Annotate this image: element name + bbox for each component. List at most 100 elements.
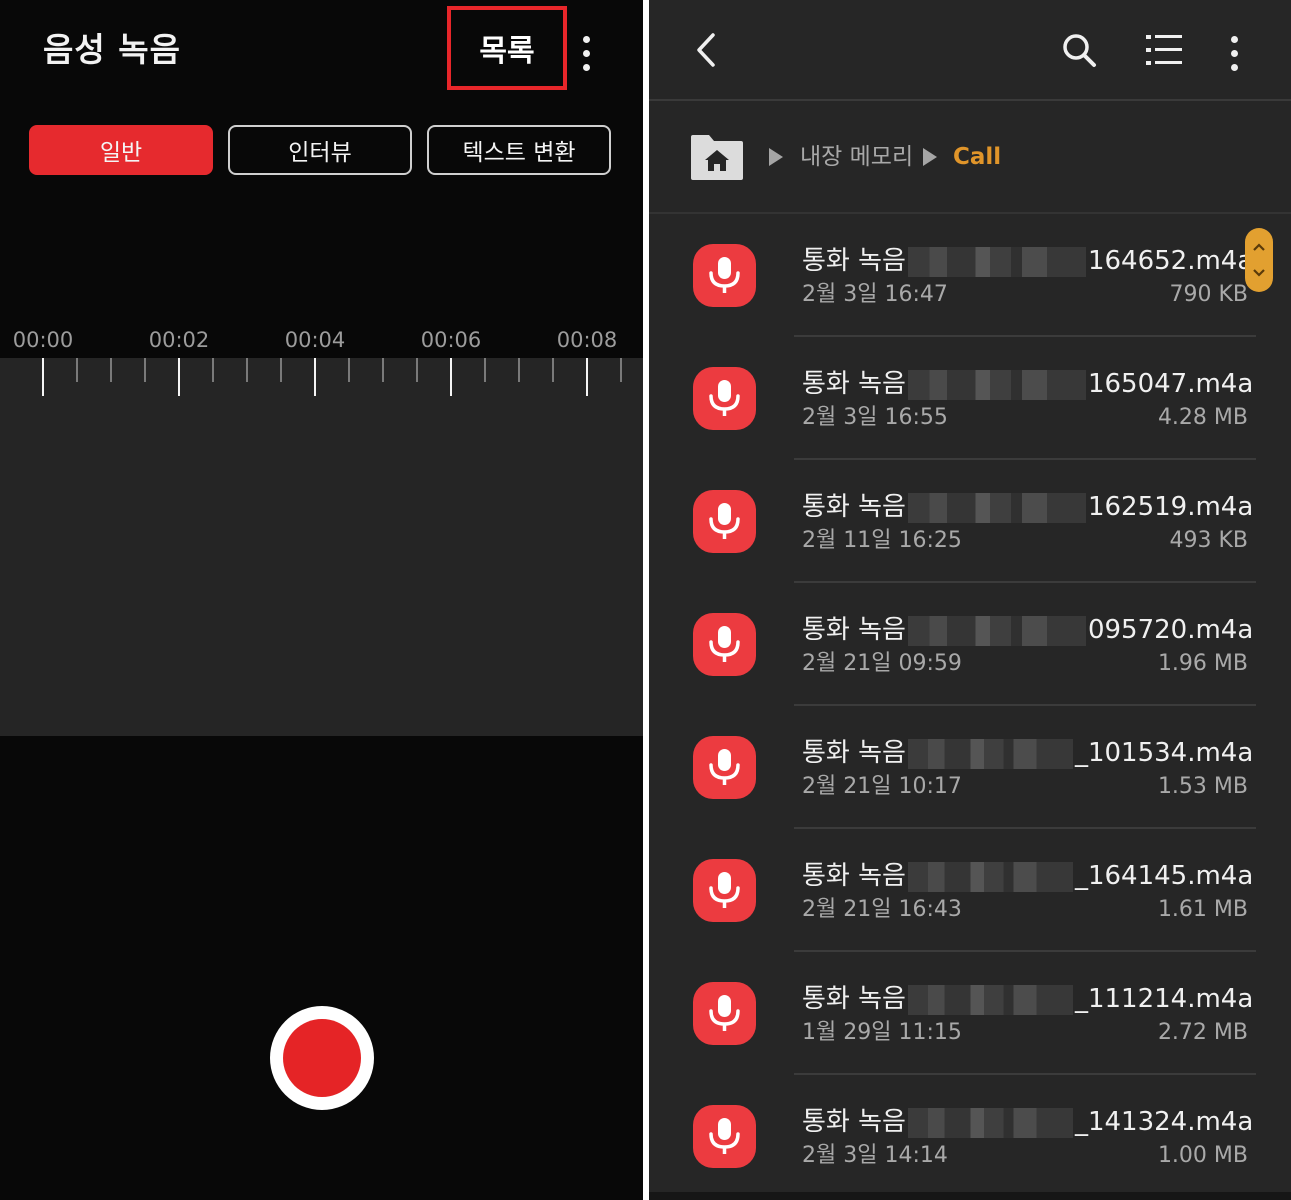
file-size: 1.53 MB xyxy=(1157,774,1248,799)
redacted-phone-number xyxy=(907,246,1086,277)
file-size: 1.61 MB xyxy=(1157,897,1248,922)
file-row[interactable]: 통화 녹음 _101534.m4a 2월 21일 10:17 1.53 MB xyxy=(649,706,1291,829)
file-name-suffix: 164652.m4a xyxy=(1087,246,1254,276)
ruler-minor-tick xyxy=(552,358,554,382)
list-view-icon[interactable] xyxy=(1145,32,1183,68)
mode-speech-to-text-button[interactable]: 텍스트 변환 xyxy=(427,125,611,175)
file-name-prefix: 통화 녹음 xyxy=(802,492,906,522)
ruler-major-tick xyxy=(42,358,44,396)
ruler-minor-tick xyxy=(348,358,350,382)
scrollbar-handle[interactable] xyxy=(1245,228,1273,292)
file-list: 통화 녹음 164652.m4a 2월 3일 16:47 790 KB 통화 녹음 165… xyxy=(649,214,1291,1198)
file-size: 1.96 MB xyxy=(1157,651,1248,676)
file-name: 통화 녹음 _111214.m4a xyxy=(802,982,1253,1016)
file-name-suffix: _111214.m4a xyxy=(1074,984,1254,1014)
timeline-label: 00:02 xyxy=(148,328,210,352)
redacted-phone-number xyxy=(907,984,1073,1015)
file-date: 1월 29일 11:15 xyxy=(802,1020,962,1045)
file-name-suffix: _101534.m4a xyxy=(1074,738,1254,768)
file-browser-screen: 내장 메모리 Call 통화 녹음 164652.m4a 2월 3일 16:47 79… xyxy=(649,0,1291,1200)
chevron-up-down-icon xyxy=(1253,243,1265,277)
redacted-phone-number xyxy=(907,738,1073,769)
ruler-minor-tick xyxy=(280,358,282,382)
redacted-phone-number xyxy=(907,369,1086,400)
mic-file-icon xyxy=(693,1105,756,1168)
file-name-prefix: 통화 녹음 xyxy=(802,369,906,399)
breadcrumb-storage[interactable]: 내장 메모리 xyxy=(800,141,913,173)
file-name-prefix: 통화 녹음 xyxy=(802,738,906,768)
more-options-icon[interactable] xyxy=(581,36,591,71)
ruler-minor-tick xyxy=(144,358,146,382)
ruler-minor-tick xyxy=(518,358,520,382)
file-size: 1.00 MB xyxy=(1157,1143,1248,1168)
ruler-minor-tick xyxy=(416,358,418,382)
mic-file-icon xyxy=(693,859,756,922)
redacted-phone-number xyxy=(907,615,1086,646)
file-date: 2월 3일 14:14 xyxy=(802,1143,948,1168)
file-row[interactable]: 통화 녹음 165047.m4a 2월 3일 16:55 4.28 MB xyxy=(649,337,1291,460)
ruler-minor-tick xyxy=(212,358,214,382)
file-date: 2월 21일 09:59 xyxy=(802,651,962,676)
list-button[interactable]: 목록 xyxy=(447,6,567,90)
file-name-prefix: 통화 녹음 xyxy=(802,1107,906,1137)
more-options-icon[interactable] xyxy=(1229,36,1239,71)
breadcrumb: 내장 메모리 Call xyxy=(649,101,1291,214)
file-name-suffix: 095720.m4a xyxy=(1087,615,1254,645)
mode-normal-button[interactable]: 일반 xyxy=(29,125,213,175)
ruler-minor-tick xyxy=(382,358,384,382)
ruler-minor-tick xyxy=(484,358,486,382)
ruler-minor-tick xyxy=(76,358,78,382)
redacted-phone-number xyxy=(907,1107,1073,1138)
file-name-suffix: 165047.m4a xyxy=(1087,369,1254,399)
file-date: 2월 11일 16:25 xyxy=(802,528,962,553)
file-date: 2월 21일 10:17 xyxy=(802,774,962,799)
mic-file-icon xyxy=(693,244,756,307)
search-icon[interactable] xyxy=(1061,32,1097,68)
file-name: 통화 녹음 165047.m4a xyxy=(802,367,1253,401)
file-name-suffix: 162519.m4a xyxy=(1087,492,1254,522)
timeline-label: 00:04 xyxy=(284,328,346,352)
breadcrumb-arrow-icon xyxy=(923,148,937,166)
file-size: 4.28 MB xyxy=(1157,405,1248,430)
bottom-strip xyxy=(649,1192,1291,1200)
record-button[interactable] xyxy=(270,1006,374,1110)
file-name: 통화 녹음 _141324.m4a xyxy=(802,1105,1253,1139)
timeline-label: 00:00 xyxy=(12,328,74,352)
mic-file-icon xyxy=(693,736,756,799)
ruler-major-tick xyxy=(314,358,316,396)
file-date: 2월 3일 16:47 xyxy=(802,282,948,307)
app-title: 음성 녹음 xyxy=(43,30,181,69)
file-row[interactable]: 통화 녹음 095720.m4a 2월 21일 09:59 1.96 MB xyxy=(649,583,1291,706)
back-arrow-icon[interactable] xyxy=(691,32,721,68)
file-size: 493 KB xyxy=(1169,528,1248,553)
file-size: 790 KB xyxy=(1169,282,1248,307)
breadcrumb-current-folder[interactable]: Call xyxy=(953,141,1001,173)
mode-interview-button[interactable]: 인터뷰 xyxy=(228,125,412,175)
file-date: 2월 21일 16:43 xyxy=(802,897,962,922)
file-row[interactable]: 통화 녹음 _164145.m4a 2월 21일 16:43 1.61 MB xyxy=(649,829,1291,952)
file-date: 2월 3일 16:55 xyxy=(802,405,948,430)
ruler-minor-tick xyxy=(246,358,248,382)
file-name: 통화 녹음 095720.m4a xyxy=(802,613,1253,647)
voice-recorder-screen: 음성 녹음 목록 일반 인터뷰 텍스트 변환 00:00 00:02 00:04… xyxy=(0,0,643,1200)
file-name-prefix: 통화 녹음 xyxy=(802,246,906,276)
waveform-area xyxy=(0,358,643,736)
home-folder-icon[interactable] xyxy=(689,133,745,181)
file-name-suffix: _141324.m4a xyxy=(1074,1107,1254,1137)
timeline-label: 00:06 xyxy=(420,328,482,352)
file-name-prefix: 통화 녹음 xyxy=(802,615,906,645)
file-size: 2.72 MB xyxy=(1157,1020,1248,1045)
file-name-prefix: 통화 녹음 xyxy=(802,984,906,1014)
ruler-major-tick xyxy=(586,358,588,396)
ruler-minor-tick xyxy=(110,358,112,382)
file-row[interactable]: 통화 녹음 _111214.m4a 1월 29일 11:15 2.72 MB xyxy=(649,952,1291,1075)
redacted-phone-number xyxy=(907,492,1086,523)
mic-file-icon xyxy=(693,982,756,1045)
file-row[interactable]: 통화 녹음 162519.m4a 2월 11일 16:25 493 KB xyxy=(649,460,1291,583)
file-name-prefix: 통화 녹음 xyxy=(802,861,906,891)
file-name: 통화 녹음 164652.m4a xyxy=(802,244,1253,278)
file-name: 통화 녹음 _101534.m4a xyxy=(802,736,1253,770)
mic-file-icon xyxy=(693,367,756,430)
file-row[interactable]: 통화 녹음 _141324.m4a 2월 3일 14:14 1.00 MB xyxy=(649,1075,1291,1198)
file-row[interactable]: 통화 녹음 164652.m4a 2월 3일 16:47 790 KB xyxy=(649,214,1291,337)
